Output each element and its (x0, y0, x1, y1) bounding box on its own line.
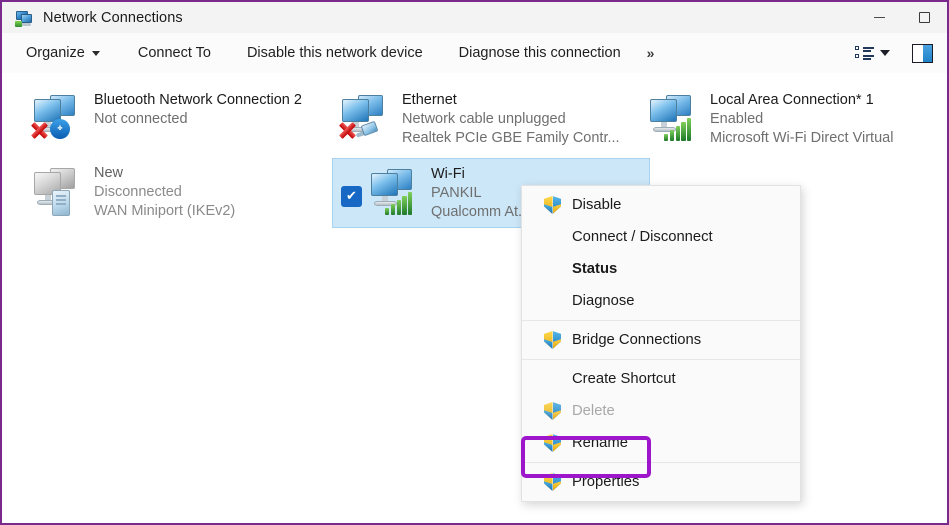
toolbar-disable-device-button[interactable]: Disable this network device (241, 39, 429, 67)
context-menu-label: Diagnose (572, 293, 635, 309)
context-menu-label: Rename (572, 435, 628, 451)
connection-name: Local Area Connection* 1 (710, 91, 942, 110)
context-menu-item-disable[interactable]: Disable (522, 189, 800, 221)
connection-item-local-area-connection-1[interactable]: Local Area Connection* 1 Enabled Microso… (640, 85, 946, 153)
connection-item-bluetooth[interactable]: ᛭ Bluetooth Network Connection 2 Not con… (24, 85, 324, 153)
connection-status: Network cable unplugged (402, 110, 628, 129)
vpn-tower-icon (52, 190, 70, 216)
title-bar: Network Connections (2, 2, 947, 33)
shield-icon (544, 331, 561, 349)
toolbar-connect-to-button[interactable]: Connect To (132, 39, 217, 67)
maximize-icon (919, 12, 930, 23)
chevron-down-icon[interactable] (880, 50, 890, 56)
toolbar: Organize Connect To Disable this network… (2, 33, 947, 73)
preview-pane-icon[interactable] (912, 44, 933, 63)
connection-item-new[interactable]: New Disconnected WAN Miniport (IKEv2) (24, 158, 324, 226)
selection-checkbox[interactable]: ✔ (341, 186, 362, 207)
context-menu-item-bridge-connections[interactable]: Bridge Connections (522, 324, 800, 356)
context-menu-separator (522, 462, 800, 463)
connection-icon (336, 91, 398, 147)
connection-name: Wi-Fi (431, 165, 645, 184)
connection-adapter: Realtek PCIe GBE Family Contr... (402, 129, 628, 148)
toolbar-overflow-button[interactable]: » (641, 45, 661, 61)
connection-icon (28, 164, 90, 220)
context-menu-item-connect-disconnect[interactable]: Connect / Disconnect (522, 221, 800, 253)
signal-bars-icon (385, 191, 415, 215)
shield-icon (544, 402, 561, 420)
connection-item-ethernet[interactable]: Ethernet Network cable unplugged Realtek… (332, 85, 632, 153)
network-connections-icon (15, 9, 33, 27)
context-menu-label: Bridge Connections (572, 332, 701, 348)
context-menu-label: Status (572, 261, 617, 277)
connection-status: Not connected (94, 110, 320, 129)
window-controls (857, 2, 947, 33)
shield-icon (544, 196, 561, 214)
connection-name: Bluetooth Network Connection 2 (94, 91, 320, 110)
window-title: Network Connections (43, 10, 183, 26)
connection-status: Enabled (710, 110, 942, 129)
toolbar-organize-label: Organize (26, 45, 85, 61)
shield-icon (544, 434, 561, 452)
context-menu-item-delete: Delete (522, 395, 800, 427)
context-menu: Disable Connect / Disconnect Status Diag… (521, 185, 801, 502)
context-menu-label: Properties (572, 474, 639, 490)
error-x-icon (336, 119, 358, 141)
maximize-button[interactable] (902, 2, 947, 33)
connection-icon: ᛭ (28, 91, 90, 147)
connection-adapter: WAN Miniport (IKEv2) (94, 202, 320, 221)
bluetooth-icon: ᛭ (50, 119, 70, 139)
context-menu-label: Delete (572, 403, 615, 419)
context-menu-label: Create Shortcut (572, 371, 676, 387)
connection-adapter: Microsoft Wi-Fi Direct Virtual (710, 129, 942, 148)
error-x-icon (28, 119, 50, 141)
context-menu-label: Connect / Disconnect (572, 229, 713, 245)
minimize-button[interactable] (857, 2, 902, 33)
context-menu-item-properties[interactable]: Properties (522, 466, 800, 498)
toolbar-right-group (855, 33, 947, 73)
context-menu-item-create-shortcut[interactable]: Create Shortcut (522, 363, 800, 395)
toolbar-connect-to-label: Connect To (138, 45, 211, 61)
context-menu-separator (522, 320, 800, 321)
shield-icon (544, 473, 561, 491)
toolbar-diagnose-connection-button[interactable]: Diagnose this connection (453, 39, 627, 67)
context-menu-separator (522, 359, 800, 360)
connections-list: ᛭ Bluetooth Network Connection 2 Not con… (2, 73, 947, 523)
view-options-icon[interactable] (855, 45, 875, 61)
connection-name: Ethernet (402, 91, 628, 110)
signal-bars-icon (664, 117, 694, 141)
connection-status: Disconnected (94, 183, 320, 202)
connection-icon (644, 91, 706, 147)
toolbar-disable-device-label: Disable this network device (247, 45, 423, 61)
minimize-icon (874, 17, 885, 18)
context-menu-label: Disable (572, 197, 621, 213)
network-connections-window: Network Connections Organize Connect To … (0, 0, 949, 525)
connection-icon (365, 165, 427, 221)
toolbar-diagnose-connection-label: Diagnose this connection (459, 45, 621, 61)
context-menu-item-diagnose[interactable]: Diagnose (522, 285, 800, 317)
context-menu-item-rename[interactable]: Rename (522, 427, 800, 459)
connection-name: New (94, 164, 320, 183)
chevron-down-icon (92, 51, 100, 56)
network-cable-icon (356, 121, 384, 139)
context-menu-item-status[interactable]: Status (522, 253, 800, 285)
toolbar-organize-button[interactable]: Organize (20, 39, 106, 67)
